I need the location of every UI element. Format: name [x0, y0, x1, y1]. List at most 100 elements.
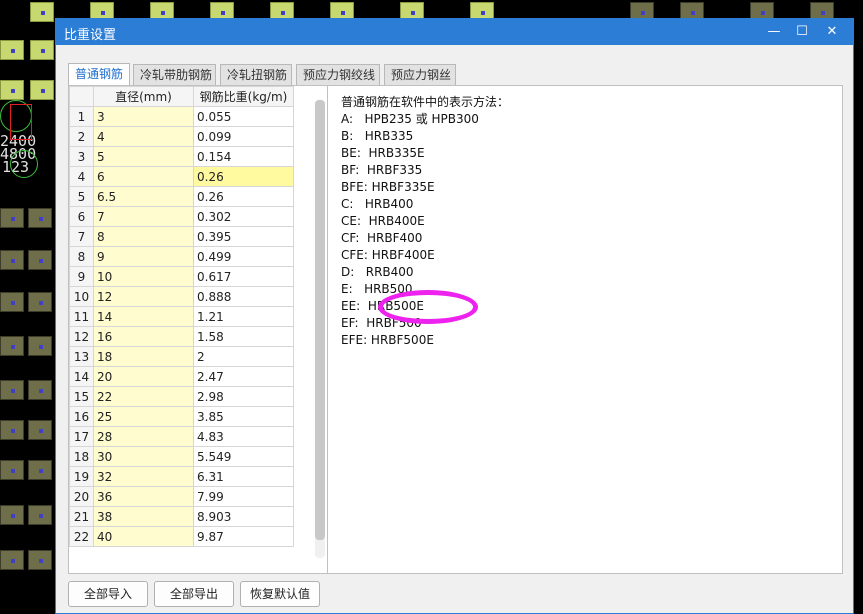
diameter-cell[interactable]: 25 [93, 406, 194, 427]
diameter-cell[interactable]: 14 [93, 306, 194, 327]
export-all-button[interactable]: 全部导出 [154, 581, 234, 607]
row-index-cell: 8 [69, 246, 94, 267]
table-row[interactable]: 13 18 2 [69, 346, 294, 367]
weight-cell[interactable]: 0.302 [193, 206, 294, 227]
weight-cell[interactable]: 0.26 [193, 186, 294, 207]
diameter-cell[interactable]: 30 [93, 446, 194, 467]
row-index-cell: 5 [69, 186, 94, 207]
row-index-cell: 22 [69, 526, 94, 547]
restore-default-button[interactable]: 恢复默认值 [240, 581, 320, 607]
weight-cell[interactable]: 0.499 [193, 246, 294, 267]
cad-column-marker [0, 460, 24, 480]
table-row[interactable]: 16 25 3.85 [69, 406, 294, 427]
table-scrollbar[interactable] [315, 100, 325, 558]
weight-cell[interactable]: 1.58 [193, 326, 294, 347]
diameter-cell[interactable]: 40 [93, 526, 194, 547]
notation-line: BF: HRBF335 [341, 163, 423, 177]
diameter-cell[interactable]: 38 [93, 506, 194, 527]
weight-cell[interactable]: 8.903 [193, 506, 294, 527]
diameter-cell[interactable]: 32 [93, 466, 194, 487]
table-row[interactable]: 5 6.5 0.26 [69, 186, 294, 207]
weight-cell[interactable]: 0.154 [193, 146, 294, 167]
weight-cell[interactable]: 1.21 [193, 306, 294, 327]
diameter-cell[interactable]: 18 [93, 346, 194, 367]
weight-cell[interactable]: 0.395 [193, 226, 294, 247]
weight-cell[interactable]: 3.85 [193, 406, 294, 427]
diameter-cell[interactable]: 12 [93, 286, 194, 307]
diameter-cell[interactable]: 9 [93, 246, 194, 267]
weight-cell[interactable]: 0.099 [193, 126, 294, 147]
weight-cell[interactable]: 2 [193, 346, 294, 367]
table-row[interactable]: 10 12 0.888 [69, 286, 294, 307]
weight-cell[interactable]: 0.888 [193, 286, 294, 307]
weight-cell[interactable]: 0.26 [193, 166, 294, 187]
table-row[interactable]: 2 4 0.099 [69, 126, 294, 147]
table-row[interactable]: 22 40 9.87 [69, 526, 294, 547]
table-row[interactable]: 9 10 0.617 [69, 266, 294, 287]
notation-line: CFE: HRBF400E [341, 248, 435, 262]
cad-column-marker [0, 208, 24, 228]
weight-cell[interactable]: 2.98 [193, 386, 294, 407]
weight-cell[interactable]: 9.87 [193, 526, 294, 547]
cad-column-marker [0, 80, 24, 100]
tab-cold-rolled-twisted-rebar[interactable]: 冷轧扭钢筋 [220, 64, 292, 85]
weight-cell[interactable]: 7.99 [193, 486, 294, 507]
weight-cell[interactable]: 0.617 [193, 266, 294, 287]
table-row[interactable]: 15 22 2.98 [69, 386, 294, 407]
table-row[interactable]: 3 5 0.154 [69, 146, 294, 167]
table-row[interactable]: 8 9 0.499 [69, 246, 294, 267]
table-row[interactable]: 11 14 1.21 [69, 306, 294, 327]
table-row[interactable]: 6 7 0.302 [69, 206, 294, 227]
close-button[interactable]: ✕ [817, 19, 847, 45]
column-header-diameter[interactable]: 直径(mm) [93, 86, 194, 107]
diameter-cell[interactable]: 16 [93, 326, 194, 347]
weight-cell[interactable]: 6.31 [193, 466, 294, 487]
diameter-cell[interactable]: 5 [93, 146, 194, 167]
minimize-button[interactable]: — [759, 19, 789, 45]
weight-cell[interactable]: 4.83 [193, 426, 294, 447]
diameter-cell[interactable]: 8 [93, 226, 194, 247]
rebar-weight-table: 直径(mm) 钢筋比重(kg/m) 1 3 0.055 2 4 0.099 3 5 0.154 4… [69, 86, 294, 547]
cad-column-marker [28, 550, 52, 570]
diameter-cell[interactable]: 4 [93, 126, 194, 147]
diameter-cell[interactable]: 10 [93, 266, 194, 287]
weight-cell[interactable]: 0.055 [193, 106, 294, 127]
weight-cell[interactable]: 2.47 [193, 366, 294, 387]
weight-settings-dialog: 比重设置 — ☐ ✕ 普通钢筋 冷轧带肋钢筋 冷轧扭钢筋 预应力钢绞线 预应力钢… [55, 18, 854, 614]
diameter-cell[interactable]: 20 [93, 366, 194, 387]
maximize-button[interactable]: ☐ [787, 19, 817, 45]
cad-column-marker [28, 420, 52, 440]
notation-title: 普通钢筋在软件中的表示方法： [341, 95, 510, 109]
table-row[interactable]: 21 38 8.903 [69, 506, 294, 527]
table-row[interactable]: 4 6 0.26 [69, 166, 294, 187]
cad-column-marker [28, 292, 52, 312]
table-row[interactable]: 20 36 7.99 [69, 486, 294, 507]
table-row[interactable]: 7 8 0.395 [69, 226, 294, 247]
diameter-cell[interactable]: 28 [93, 426, 194, 447]
diameter-cell[interactable]: 6.5 [93, 186, 194, 207]
table-row[interactable]: 19 32 6.31 [69, 466, 294, 487]
diameter-cell[interactable]: 6 [93, 166, 194, 187]
tab-prestressed-strand[interactable]: 预应力钢绞线 [296, 64, 380, 85]
diameter-cell[interactable]: 22 [93, 386, 194, 407]
diameter-cell[interactable]: 7 [93, 206, 194, 227]
table-row[interactable]: 12 16 1.58 [69, 326, 294, 347]
import-all-button[interactable]: 全部导入 [68, 581, 148, 607]
diameter-cell[interactable]: 36 [93, 486, 194, 507]
scrollbar-thumb[interactable] [315, 100, 325, 540]
table-row[interactable]: 17 28 4.83 [69, 426, 294, 447]
tab-prestressed-wire[interactable]: 预应力钢丝 [384, 64, 456, 85]
cad-red-frame [10, 104, 32, 140]
tab-ordinary-rebar[interactable]: 普通钢筋 [68, 63, 130, 86]
row-index-cell: 2 [69, 126, 94, 147]
column-header-weight[interactable]: 钢筋比重(kg/m) [193, 86, 294, 107]
tab-cold-rolled-ribbed-rebar[interactable]: 冷轧带肋钢筋 [133, 64, 216, 85]
notation-line: EFE: HRBF500E [341, 333, 434, 347]
table-row[interactable]: 14 20 2.47 [69, 366, 294, 387]
title-bar[interactable]: 比重设置 — ☐ ✕ [56, 19, 853, 45]
table-row[interactable]: 1 3 0.055 [69, 106, 294, 127]
weight-cell[interactable]: 5.549 [193, 446, 294, 467]
table-row[interactable]: 18 30 5.549 [69, 446, 294, 467]
diameter-cell[interactable]: 3 [93, 106, 194, 127]
row-index-cell: 20 [69, 486, 94, 507]
